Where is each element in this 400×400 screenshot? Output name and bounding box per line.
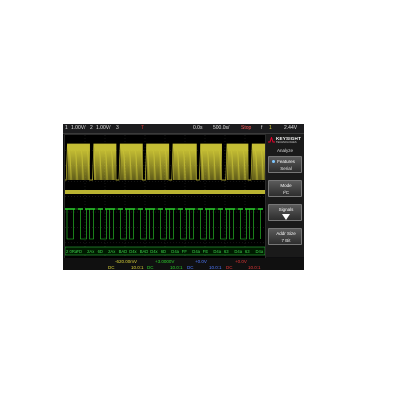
decode-label: 63 bbox=[224, 249, 229, 254]
keysight-wave-icon bbox=[268, 137, 275, 143]
signals-label: Signals bbox=[278, 207, 294, 212]
features-softkey[interactable]: Features Serial bbox=[268, 156, 302, 173]
trigger-level[interactable]: 2.44V bbox=[284, 125, 297, 132]
decode-label: 6D bbox=[161, 249, 166, 254]
submenu-arrow-icon bbox=[282, 214, 290, 220]
addr-size-softkey[interactable]: Addr Size 7 Bit bbox=[268, 228, 302, 245]
channel-info-bar: -620.00mV +3.0000V +0.0V +0.0V DC 10.0:1… bbox=[63, 258, 304, 270]
channel-3-label[interactable]: 3 bbox=[116, 125, 119, 132]
run-state[interactable]: Stop bbox=[241, 125, 251, 132]
ch4-probe: 10.0:1 bbox=[248, 265, 261, 270]
ch3-coupling: DC bbox=[187, 265, 194, 270]
waveform-area[interactable]: 2 0Ra FD 2Ax 6D 2Ax BAD D4x BAD D4x 6D D4a FF D4a FE D… bbox=[64, 134, 266, 259]
decode-label: D4a bbox=[171, 249, 179, 254]
mode-label: Mode bbox=[280, 183, 292, 188]
ch2-probe: 10.0:1 bbox=[170, 265, 183, 270]
channel-2-label[interactable]: 2 bbox=[90, 125, 93, 132]
trigger-marker: T bbox=[141, 125, 145, 131]
signals-softkey[interactable]: Signals bbox=[268, 204, 302, 221]
decode-label: FE bbox=[203, 249, 209, 254]
ch1-offset[interactable]: -620.00mV bbox=[115, 259, 137, 264]
decode-label: 6D bbox=[98, 249, 103, 254]
channel-1-baseline-band bbox=[65, 190, 265, 194]
decode-label: D4a bbox=[256, 249, 264, 254]
ch3-offset[interactable]: +0.0V bbox=[195, 259, 207, 264]
brand-logo: KEYSIGHT TECHNOLOGIES bbox=[266, 134, 304, 146]
trigger-slope-icon: f bbox=[261, 125, 263, 131]
channel-2-scale[interactable]: 1.00V/ bbox=[96, 125, 110, 132]
ch1-probe: 10.0:1 bbox=[131, 265, 144, 270]
decode-label: FF bbox=[182, 249, 188, 254]
decode-label: D4x bbox=[150, 249, 158, 254]
decode-label: D4a bbox=[234, 249, 242, 254]
decode-label: FD bbox=[77, 249, 83, 254]
ch2-coupling: DC bbox=[147, 265, 154, 270]
waveform-svg: 2 0Ra FD 2Ax 6D 2Ax BAD D4x BAD D4x 6D D4a FF D4a FE D… bbox=[65, 135, 265, 258]
ch3-probe: 10.0:1 bbox=[209, 265, 222, 270]
mode-value: I²C bbox=[283, 190, 289, 195]
decode-label: BAD bbox=[140, 249, 149, 254]
features-value: Serial bbox=[280, 166, 292, 171]
channel-1-scale[interactable]: 1.00V/ bbox=[71, 125, 85, 132]
status-bar: 1 1.00V/ 2 1.00V/ 3 T 0.0s 500.0s/ Stop … bbox=[63, 124, 304, 134]
softkey-panel: KEYSIGHT TECHNOLOGIES Analyze Features S… bbox=[266, 134, 304, 257]
time-position[interactable]: 0.0s bbox=[193, 125, 202, 132]
mode-softkey[interactable]: Mode I²C bbox=[268, 180, 302, 197]
channel-1-trace bbox=[65, 143, 265, 181]
channel-2-trace bbox=[65, 208, 261, 240]
ch4-coupling: DC bbox=[226, 265, 233, 270]
menu-title: Analyze bbox=[276, 148, 293, 153]
channel-1-label[interactable]: 1 bbox=[65, 125, 68, 132]
addr-size-label: Addr Size bbox=[276, 231, 296, 236]
decode-label: 2Ax bbox=[108, 249, 116, 254]
oscilloscope-display: 1 1.00V/ 2 1.00V/ 3 T 0.0s 500.0s/ Stop … bbox=[63, 124, 304, 270]
decode-label: 63 bbox=[245, 249, 250, 254]
addr-size-value: 7 Bit bbox=[281, 238, 291, 243]
decode-label: D4x bbox=[129, 249, 137, 254]
trigger-channel[interactable]: 1 bbox=[269, 125, 272, 132]
decode-label: D4a bbox=[213, 249, 221, 254]
decode-label: 2Ax bbox=[87, 249, 95, 254]
ch2-offset[interactable]: +3.0000V bbox=[155, 259, 174, 264]
decode-label: BAD bbox=[119, 249, 128, 254]
brand-subtitle: TECHNOLOGIES bbox=[276, 141, 297, 144]
time-scale[interactable]: 500.0s/ bbox=[213, 125, 229, 132]
ch4-offset[interactable]: +0.0V bbox=[235, 259, 247, 264]
decode-label: D4a bbox=[192, 249, 200, 254]
features-label: Features bbox=[277, 159, 295, 164]
ch1-coupling: DC bbox=[108, 265, 115, 270]
